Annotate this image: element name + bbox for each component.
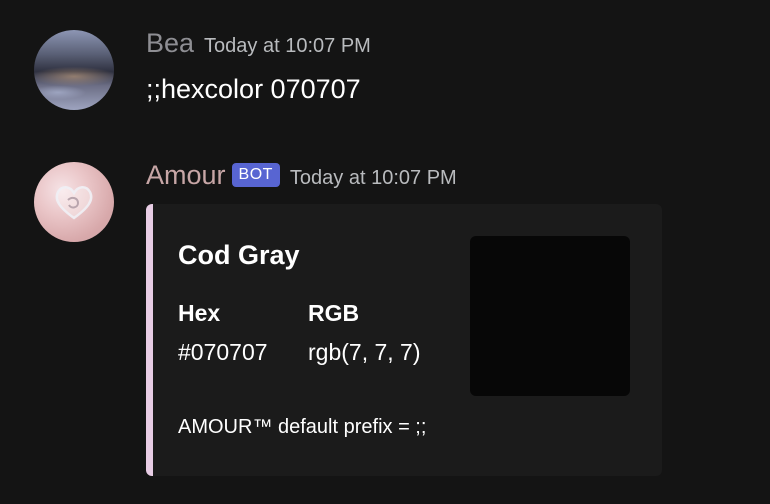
embed-title: Cod Gray — [178, 240, 300, 270]
message-header: Amour BOT Today at 10:07 PM — [146, 160, 457, 192]
field-value: #070707 — [178, 339, 268, 365]
timestamp: Today at 10:07 PM — [204, 35, 371, 57]
message-header: Bea Today at 10:07 PM — [146, 28, 371, 59]
bot-badge: BOT — [231, 163, 280, 187]
message-content: ;;hexcolor 070707 — [146, 74, 361, 104]
username[interactable]: Amour — [146, 160, 226, 190]
embed-footer: AMOUR™ default prefix = ;; — [178, 416, 427, 438]
user-avatar[interactable] — [34, 30, 114, 110]
field-value: rgb(7, 7, 7) — [308, 339, 421, 365]
timestamp: Today at 10:07 PM — [289, 167, 457, 189]
bot-avatar[interactable] — [34, 162, 114, 242]
color-swatch[interactable] — [470, 236, 630, 396]
embed-field-hex: Hex #070707 — [178, 300, 268, 366]
field-name: RGB — [308, 300, 360, 326]
chat-log: Bea Today at 10:07 PM ;;hexcolor 070707 A… — [0, 0, 770, 504]
embed-field-rgb: RGB rgb(7, 7, 7) — [308, 300, 421, 366]
embed-accent-bar — [146, 204, 153, 476]
color-embed: Cod Gray Hex #070707 RGB rgb(7, 7, 7) AM… — [146, 204, 662, 476]
field-name: Hex — [178, 300, 221, 326]
username[interactable]: Bea — [146, 28, 194, 58]
heart-icon — [55, 186, 93, 220]
